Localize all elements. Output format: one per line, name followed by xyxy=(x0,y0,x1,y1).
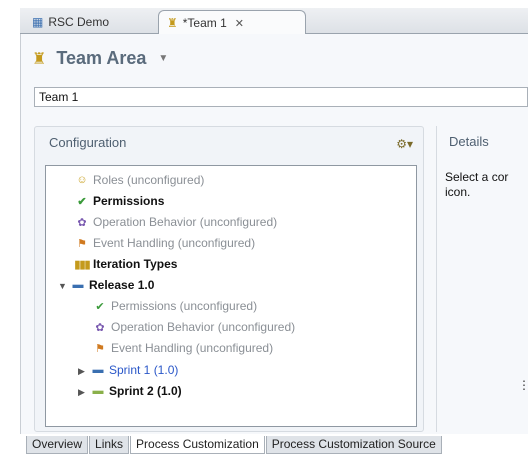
configuration-section: Configuration ⚙▾ ☺ Roles (unconfigured) … xyxy=(34,126,424,432)
expand-toggle-icon[interactable]: ▼ xyxy=(58,281,67,291)
tree-item-release[interactable]: ▬ Release 1.0 xyxy=(70,276,155,294)
operation-behavior-icon: ✿ xyxy=(95,321,105,334)
tree-item-permissions[interactable]: ✔ Permissions xyxy=(74,192,164,210)
tree-item-label: Roles (unconfigured) xyxy=(93,173,205,187)
configuration-tree[interactable]: ☺ Roles (unconfigured) ✔ Permissions ✿ O… xyxy=(45,165,417,427)
close-icon[interactable]: ✕ xyxy=(235,17,244,30)
section-title: Details xyxy=(449,134,489,149)
sprint-icon: ▬ xyxy=(92,385,104,397)
team-name-field[interactable]: Team 1 xyxy=(34,87,528,107)
tree-item-label: Sprint 1 (1.0) xyxy=(109,363,179,377)
tree-item-label: Operation Behavior (unconfigured) xyxy=(111,320,296,334)
page-tab-strip: Overview Links Process Customization Pro… xyxy=(26,436,443,454)
editor-header: ♜ Team Area ▼ xyxy=(32,48,168,69)
section-title: Configuration xyxy=(49,135,127,150)
tree-item-label: Event Handling (unconfigured) xyxy=(93,236,256,250)
tree-item-label: Iteration Types xyxy=(93,257,178,271)
chevron-down-icon[interactable]: ▼ xyxy=(158,53,168,64)
tree-item-label: Release 1.0 xyxy=(89,278,155,292)
tab-overview[interactable]: Overview xyxy=(26,436,89,454)
expand-toggle-icon[interactable]: ▶ xyxy=(78,387,85,398)
tree-item-roles[interactable]: ☺ Roles (unconfigured) xyxy=(74,171,204,189)
tree-item-label: Event Handling (unconfigured) xyxy=(111,341,274,355)
iteration-types-icon: ▮▮▮ xyxy=(74,258,90,271)
tree-item-release-event-handling[interactable]: ⚑ Event Handling (unconfigured) xyxy=(92,339,273,357)
tab-process-customization[interactable]: Process Customization xyxy=(130,436,265,454)
details-section: Details Select a cor icon. xyxy=(436,126,528,432)
tree-item-sprint-2[interactable]: ▬ Sprint 2 (1.0) xyxy=(90,382,182,400)
expand-toggle-icon[interactable]: ▶ xyxy=(78,366,85,377)
team-area-icon: ♜ xyxy=(167,16,178,30)
team-area-icon: ♜ xyxy=(32,50,47,68)
tree-item-label: Permissions (unconfigured) xyxy=(111,299,258,313)
tree-item-operation-behavior[interactable]: ✿ Operation Behavior (unconfigured) xyxy=(74,213,277,231)
tree-item-label: Operation Behavior (unconfigured) xyxy=(93,215,278,229)
tab-process-customization-source[interactable]: Process Customization Source xyxy=(265,436,442,454)
event-handling-icon: ⚑ xyxy=(77,237,87,250)
editor-tab-label: RSC Demo xyxy=(48,15,110,29)
more-options-icon[interactable]: ⋮ xyxy=(518,378,528,392)
editor-tab-label: *Team 1 xyxy=(182,16,227,30)
editor-tab-rsc-demo[interactable]: ▦ RSC Demo xyxy=(24,10,148,34)
tree-item-release-permissions[interactable]: ✔ Permissions (unconfigured) xyxy=(92,297,257,315)
release-icon: ▬ xyxy=(72,279,84,291)
tree-item-event-handling[interactable]: ⚑ Event Handling (unconfigured) xyxy=(74,234,255,252)
editor-tab-strip: ▦ RSC Demo ♜ *Team 1 ✕ xyxy=(20,8,528,35)
tree-item-label: Permissions xyxy=(93,194,165,208)
operation-behavior-icon: ✿ xyxy=(77,216,87,229)
details-text: Select a cor icon. xyxy=(445,170,509,199)
event-handling-icon: ⚑ xyxy=(95,342,105,355)
tree-item-release-operation-behavior[interactable]: ✿ Operation Behavior (unconfigured) xyxy=(92,318,295,336)
sprint-icon: ▬ xyxy=(92,364,104,376)
configuration-menu-icon[interactable]: ⚙▾ xyxy=(396,137,413,151)
tree-item-iteration-types[interactable]: ▮▮▮ Iteration Types xyxy=(74,255,177,273)
page-title: Team Area xyxy=(56,48,147,68)
tree-item-sprint-1[interactable]: ▬ Sprint 1 (1.0) xyxy=(90,361,179,379)
tree-item-label: Sprint 2 (1.0) xyxy=(109,384,182,398)
tab-links[interactable]: Links xyxy=(89,436,130,454)
repository-icon: ▦ xyxy=(32,15,44,29)
permissions-icon: ✔ xyxy=(77,195,87,208)
editor-tab-team-1[interactable]: ♜ *Team 1 ✕ xyxy=(158,10,306,35)
roles-icon: ☺ xyxy=(76,174,88,186)
permissions-icon: ✔ xyxy=(95,300,105,313)
